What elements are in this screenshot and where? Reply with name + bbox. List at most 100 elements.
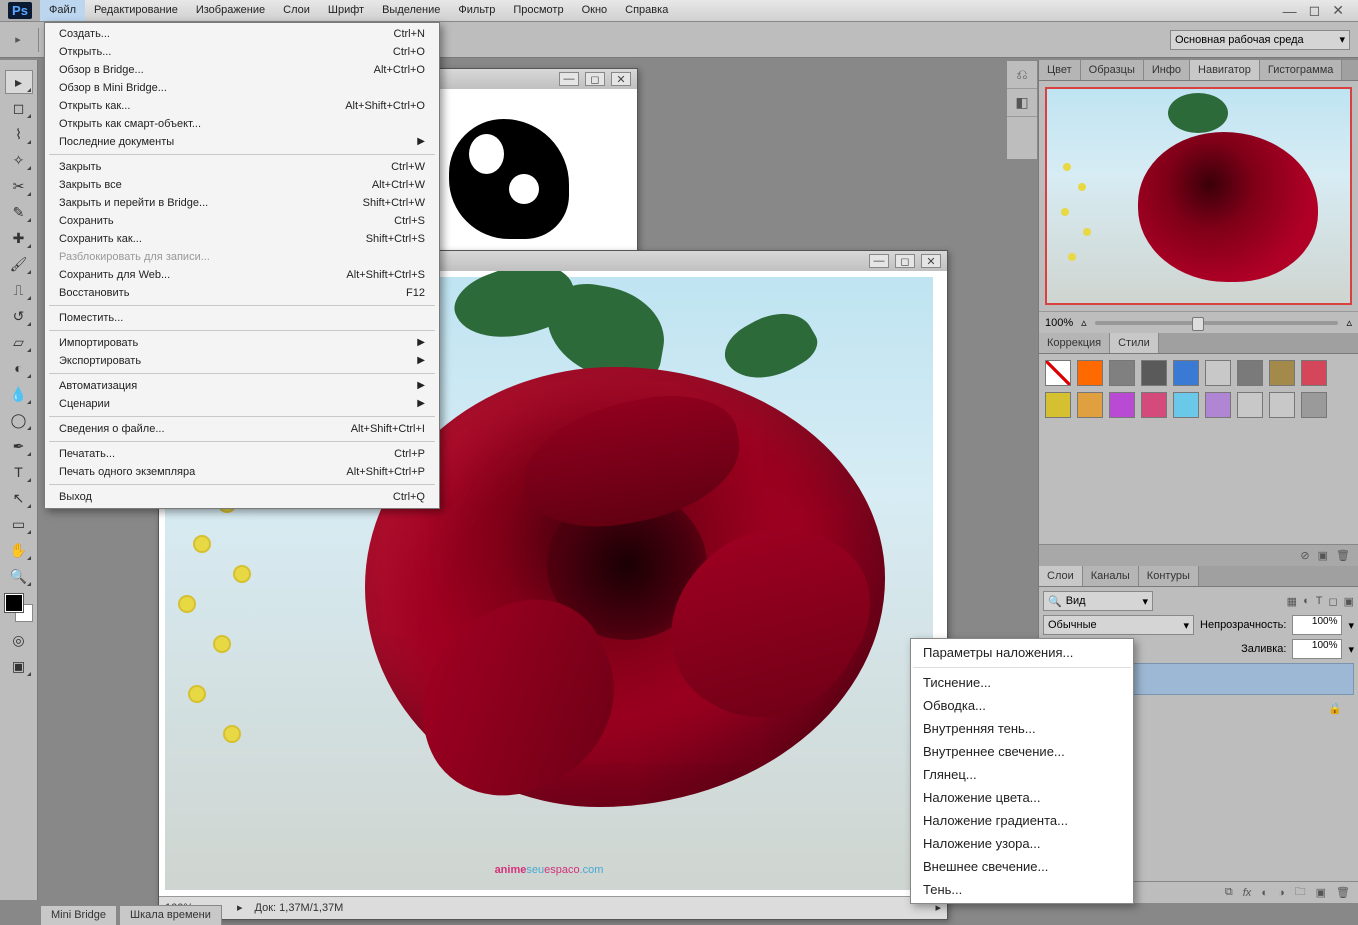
file-menu-item[interactable]: Открыть...Ctrl+O	[45, 43, 439, 61]
fx-menu-item[interactable]: Тень...	[911, 878, 1133, 901]
tab-adjustments[interactable]: Коррекция	[1039, 333, 1110, 353]
doc1-maximize-icon[interactable]: ◻	[585, 72, 605, 86]
file-menu-item[interactable]: Печатать...Ctrl+P	[45, 445, 439, 463]
opacity-chevron-icon[interactable]: ▾	[1348, 619, 1354, 632]
marquee-tool[interactable]: ◻	[5, 96, 33, 120]
file-menu-item[interactable]: Печать одного экземпляраAlt+Shift+Ctrl+P	[45, 463, 439, 481]
tab-color[interactable]: Цвет	[1039, 60, 1081, 80]
style-swatch[interactable]	[1269, 360, 1295, 386]
navigator-preview[interactable]	[1039, 81, 1358, 311]
file-menu-dropdown[interactable]: Создать...Ctrl+NОткрыть...Ctrl+O Обзор в …	[44, 22, 440, 509]
history-brush-tool[interactable]: ↺	[5, 304, 33, 328]
move-tool-icon[interactable]: ▸	[8, 30, 28, 50]
file-menu-item[interactable]: Закрыть всеAlt+Ctrl+W	[45, 176, 439, 194]
menu-view[interactable]: Просмотр	[504, 0, 572, 21]
fx-menu-item[interactable]: Наложение цвета...	[911, 786, 1133, 809]
fx-menu-item[interactable]: Обводка...	[911, 694, 1133, 717]
file-menu-item[interactable]: Автоматизация▶	[45, 377, 439, 395]
screenmode-tool[interactable]: ▣	[5, 654, 33, 678]
tab-styles[interactable]: Стили	[1110, 333, 1159, 353]
pen-tool[interactable]: ✒	[5, 434, 33, 458]
filter-type-icon[interactable]: T	[1316, 595, 1323, 608]
file-menu-item[interactable]: ВыходCtrl+Q	[45, 488, 439, 506]
doc2-close-icon[interactable]: ✕	[921, 254, 941, 268]
fx-menu-item[interactable]: Параметры наложения...	[911, 641, 1133, 664]
menu-select[interactable]: Выделение	[373, 0, 449, 21]
fx-menu-item[interactable]: Наложение узора...	[911, 832, 1133, 855]
path-tool[interactable]: ↖	[5, 486, 33, 510]
quickmask-tool[interactable]: ◎	[5, 628, 33, 652]
doc1-close-icon[interactable]: ✕	[611, 72, 631, 86]
style-swatch[interactable]	[1205, 360, 1231, 386]
fill-input[interactable]: 100%	[1292, 639, 1342, 659]
fx-menu-item[interactable]: Наложение градиента...	[911, 809, 1133, 832]
style-swatch[interactable]	[1109, 360, 1135, 386]
menu-help[interactable]: Справка	[616, 0, 677, 21]
layer-trash-icon[interactable]: 🗑	[1336, 886, 1350, 899]
style-swatch[interactable]	[1077, 360, 1103, 386]
healing-tool[interactable]: ✚	[5, 226, 33, 250]
wand-tool[interactable]: ✧	[5, 148, 33, 172]
styles-trash-icon[interactable]: 🗑	[1336, 549, 1350, 562]
layer-adjust-icon[interactable]: ◑	[1278, 887, 1285, 899]
workspace-selector[interactable]: Основная рабочая среда ▾	[1170, 30, 1350, 50]
blend-mode-select[interactable]: Обычные▾	[1043, 615, 1194, 635]
shape-tool[interactable]: ▭	[5, 512, 33, 536]
style-swatch[interactable]	[1045, 392, 1071, 418]
stamp-tool[interactable]: ⎍	[5, 278, 33, 302]
filter-smart-icon[interactable]: ▣	[1344, 595, 1354, 608]
type-tool[interactable]: T	[5, 460, 33, 484]
collapsed-panel-strip[interactable]: ⎌ ◧	[1006, 60, 1038, 160]
layer-fx-context-menu[interactable]: Параметры наложения...Тиснение...Обводка…	[910, 638, 1134, 904]
file-menu-item[interactable]: Последние документы▶	[45, 133, 439, 151]
eyedropper-tool[interactable]: ✎	[5, 200, 33, 224]
blur-tool[interactable]: 💧	[5, 382, 33, 406]
color-swatch[interactable]	[5, 594, 33, 622]
lasso-tool[interactable]: ⌇	[5, 122, 33, 146]
fill-chevron-icon[interactable]: ▾	[1348, 643, 1354, 656]
tab-paths[interactable]: Контуры	[1139, 566, 1199, 586]
style-swatch[interactable]	[1173, 360, 1199, 386]
menu-window[interactable]: Окно	[573, 0, 617, 21]
fx-menu-item[interactable]: Внешнее свечение...	[911, 855, 1133, 878]
style-swatch[interactable]	[1141, 392, 1167, 418]
maximize-icon[interactable]: ◻	[1309, 2, 1321, 19]
file-menu-item[interactable]: Сохранить как...Shift+Ctrl+S	[45, 230, 439, 248]
menu-file[interactable]: Файл	[40, 0, 85, 21]
tab-histogram[interactable]: Гистограмма	[1260, 60, 1343, 80]
layer-group-icon[interactable]: 🗀	[1295, 883, 1306, 902]
fx-menu-item[interactable]: Внутренняя тень...	[911, 717, 1133, 740]
file-menu-item[interactable]: Экспортировать▶	[45, 352, 439, 370]
opacity-input[interactable]: 100%	[1292, 615, 1342, 635]
styles-stop-icon[interactable]: ⊘	[1300, 549, 1309, 562]
file-menu-item[interactable]: Сценарии▶	[45, 395, 439, 413]
file-menu-item[interactable]: Сведения о файле...Alt+Shift+Ctrl+I	[45, 420, 439, 438]
style-swatch[interactable]	[1173, 392, 1199, 418]
menu-edit[interactable]: Редактирование	[85, 0, 187, 21]
filter-image-icon[interactable]: ▦	[1287, 595, 1297, 608]
dodge-tool[interactable]: ◯	[5, 408, 33, 432]
tab-mini-bridge[interactable]: Mini Bridge	[40, 905, 117, 925]
file-menu-item[interactable]: ВосстановитьF12	[45, 284, 439, 302]
file-menu-item[interactable]: Обзор в Mini Bridge...	[45, 79, 439, 97]
layer-fx-icon[interactable]: fx	[1243, 887, 1252, 899]
file-menu-item[interactable]: Создать...Ctrl+N	[45, 25, 439, 43]
filter-shape-icon[interactable]: ◻	[1328, 595, 1337, 608]
style-swatch[interactable]	[1237, 360, 1263, 386]
file-menu-item[interactable]: Закрыть и перейти в Bridge...Shift+Ctrl+…	[45, 194, 439, 212]
crop-tool[interactable]: ✂	[5, 174, 33, 198]
tab-swatches[interactable]: Образцы	[1081, 60, 1144, 80]
doc1-minimize-icon[interactable]: —	[559, 72, 579, 86]
layer-link-icon[interactable]: ⧉	[1225, 886, 1233, 899]
panel-icon-2[interactable]: ◧	[1007, 89, 1037, 117]
filter-adjust-icon[interactable]: ◐	[1303, 595, 1310, 608]
fx-menu-item[interactable]: Внутреннее свечение...	[911, 740, 1133, 763]
menu-layers[interactable]: Слои	[274, 0, 319, 21]
style-swatch[interactable]	[1301, 392, 1327, 418]
styles-new-icon[interactable]: ▣	[1318, 549, 1328, 562]
minimize-icon[interactable]: —	[1283, 3, 1297, 19]
panel-icon-1[interactable]: ⎌	[1007, 61, 1037, 89]
zoom-out-icon[interactable]: ▵	[1081, 316, 1087, 329]
menu-image[interactable]: Изображение	[187, 0, 274, 21]
tab-info[interactable]: Инфо	[1144, 60, 1190, 80]
